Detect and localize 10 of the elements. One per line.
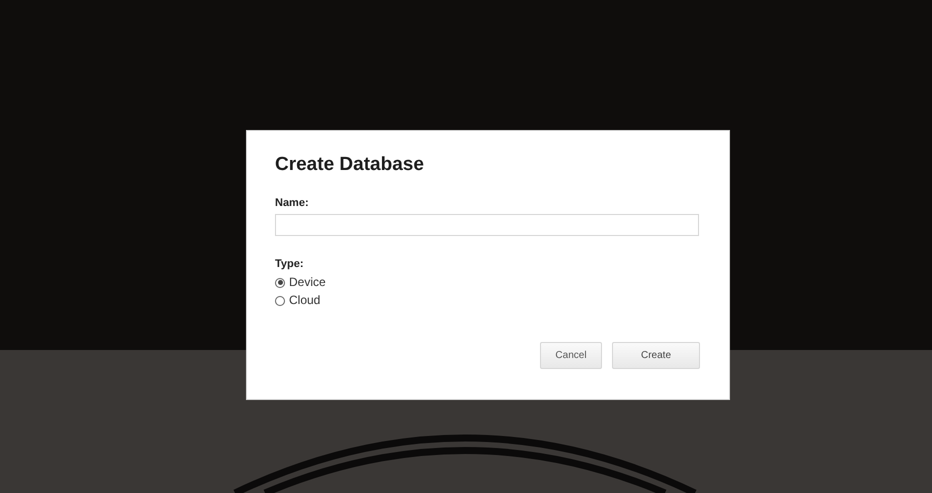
radio-button[interactable] [275, 296, 285, 306]
field-label: Type: [275, 257, 305, 272]
create-button[interactable]: Create [612, 342, 700, 369]
radio-option[interactable]: Cloud [275, 293, 320, 308]
name-input-field[interactable] [275, 214, 699, 236]
dialog-title: Create Database [275, 153, 425, 177]
radio-option[interactable]: Device [275, 275, 326, 290]
cancel-button[interactable]: Cancel [540, 342, 602, 369]
radio-button[interactable] [275, 278, 285, 288]
field-label: Name: [275, 196, 310, 211]
